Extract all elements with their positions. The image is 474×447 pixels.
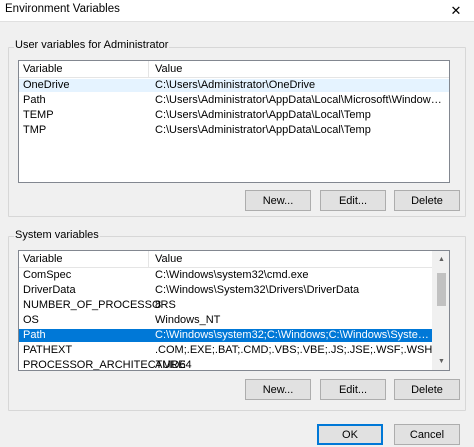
row-variable: DriverData	[23, 284, 76, 296]
scrollbar-thumb[interactable]	[437, 273, 446, 306]
row-value: Windows_NT	[155, 314, 221, 326]
title-bar: Environment Variables ✕	[0, 0, 474, 22]
scroll-down-icon[interactable]: ▼	[433, 353, 449, 370]
column-header-variable[interactable]: Variable	[23, 63, 63, 75]
system-row-driverdata[interactable]: DriverData C:\Windows\System32\Drivers\D…	[19, 284, 449, 297]
column-header-variable[interactable]: Variable	[23, 253, 63, 265]
row-variable: Path	[23, 329, 46, 341]
row-value: AMD64	[155, 359, 192, 371]
row-variable: NUMBER_OF_PROCESSORS	[23, 299, 176, 311]
row-variable: ComSpec	[23, 269, 72, 281]
user-row-tmp[interactable]: TMP C:\Users\Administrator\AppData\Local…	[19, 124, 449, 137]
row-value: C:\Users\Administrator\OneDrive	[155, 79, 316, 91]
system-delete-button[interactable]: Delete	[394, 379, 460, 400]
system-list-scrollbar[interactable]: ▲ ▼	[432, 251, 449, 370]
user-delete-button[interactable]: Delete	[394, 190, 460, 211]
system-edit-button[interactable]: Edit...	[320, 379, 386, 400]
column-header-value[interactable]: Value	[155, 253, 182, 265]
row-variable: TMP	[23, 124, 47, 136]
row-value: 8	[155, 299, 162, 311]
system-row-path-selected[interactable]: Path C:\Windows\system32;C:\Windows;C:\W…	[19, 329, 449, 342]
row-value: C:\Users\Administrator\AppData\Local\Tem…	[155, 109, 371, 121]
list-header: Variable Value	[19, 61, 449, 78]
user-row-path[interactable]: Path C:\Users\Administrator\AppData\Loca…	[19, 94, 449, 107]
user-variables-list[interactable]: Variable Value OneDrive C:\Users\Adminis…	[18, 60, 450, 183]
list-header: Variable Value	[19, 251, 449, 268]
system-row-pathext[interactable]: PATHEXT .COM;.EXE;.BAT;.CMD;.VBS;.VBE;.J…	[19, 344, 449, 357]
user-edit-button[interactable]: Edit...	[320, 190, 386, 211]
scroll-up-icon[interactable]: ▲	[433, 251, 449, 268]
cancel-button[interactable]: Cancel	[394, 424, 460, 445]
row-variable: OneDrive	[23, 79, 70, 91]
column-divider[interactable]	[148, 251, 149, 268]
system-row-processor-architecture[interactable]: PROCESSOR_ARCHITECTURE AMD64	[19, 359, 449, 371]
row-value: C:\Users\Administrator\AppData\Local\Tem…	[155, 124, 371, 136]
row-value: C:\Windows\system32;C:\Windows;C:\Window…	[155, 329, 435, 341]
row-value: C:\Windows\system32\cmd.exe	[155, 269, 309, 281]
row-value: .COM;.EXE;.BAT;.CMD;.VBS;.VBE;.JS;.JSE;.…	[155, 344, 445, 356]
system-variables-list[interactable]: Variable Value ComSpec C:\Windows\system…	[18, 250, 450, 371]
user-row-onedrive[interactable]: OneDrive C:\Users\Administrator\OneDrive	[19, 79, 449, 92]
system-new-button[interactable]: New...	[245, 379, 311, 400]
column-header-value[interactable]: Value	[155, 63, 182, 75]
row-value: C:\Windows\System32\Drivers\DriverData	[155, 284, 360, 296]
close-icon[interactable]: ✕	[442, 0, 470, 21]
system-row-number-of-processors[interactable]: NUMBER_OF_PROCESSORS 8	[19, 299, 449, 312]
user-new-button[interactable]: New...	[245, 190, 311, 211]
system-variables-label: System variables	[14, 229, 100, 241]
column-divider[interactable]	[148, 61, 149, 78]
row-value: C:\Users\Administrator\AppData\Local\Mic…	[155, 94, 445, 106]
system-row-os[interactable]: OS Windows_NT	[19, 314, 449, 327]
ok-button[interactable]: OK	[317, 424, 383, 445]
row-variable: PATHEXT	[23, 344, 73, 356]
row-variable: Path	[23, 94, 46, 106]
user-variables-label: User variables for Administrator	[14, 39, 170, 51]
user-row-temp[interactable]: TEMP C:\Users\Administrator\AppData\Loca…	[19, 109, 449, 122]
system-row-comspec[interactable]: ComSpec C:\Windows\system32\cmd.exe	[19, 269, 449, 282]
row-variable: TEMP	[23, 109, 54, 121]
window-title: Environment Variables	[5, 3, 120, 15]
row-variable: OS	[23, 314, 39, 326]
